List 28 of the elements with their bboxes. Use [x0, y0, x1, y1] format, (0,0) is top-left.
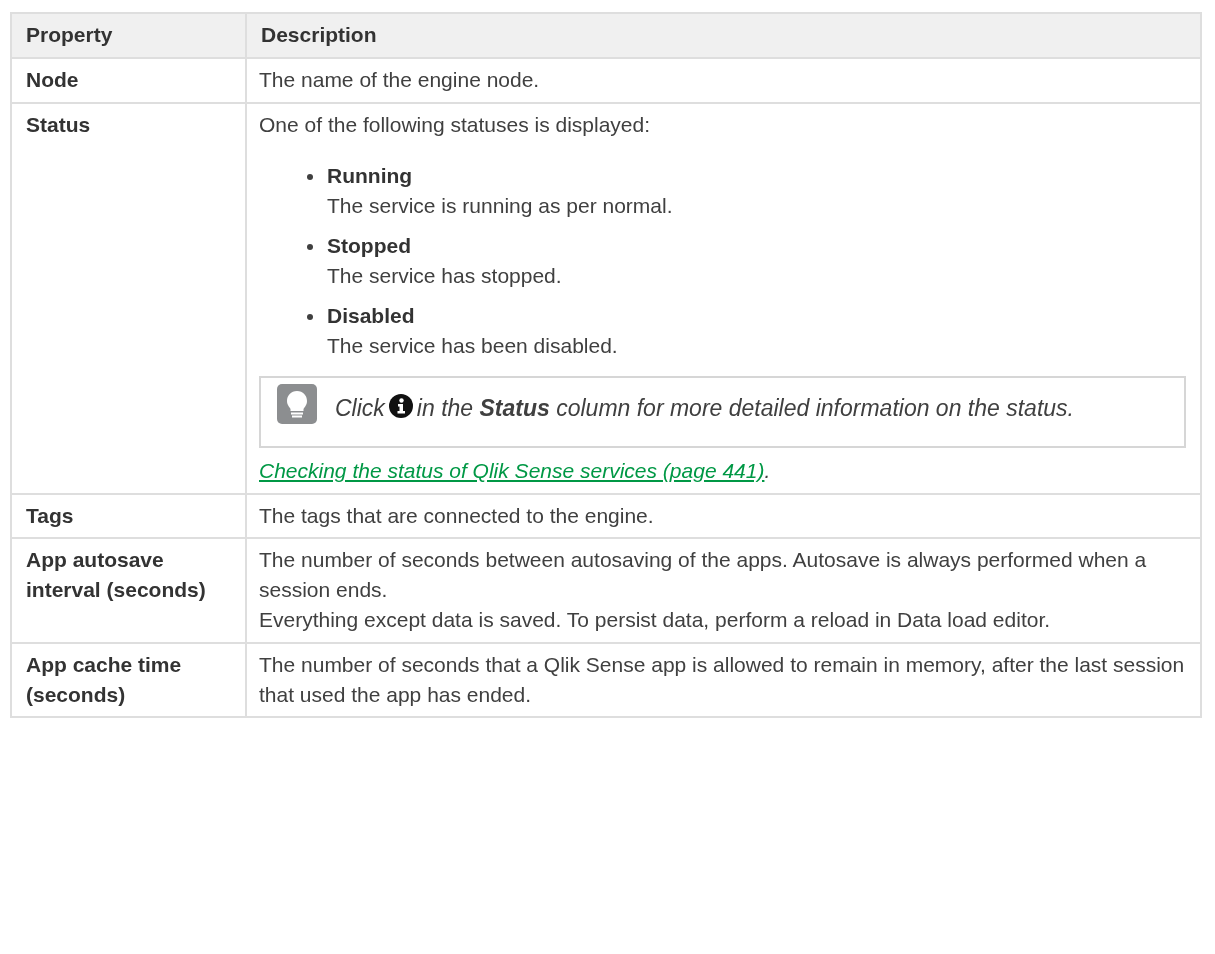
tip-text: in the Status column for more detailed information on the status. [416, 395, 1074, 422]
description-text: The name of the engine node. [259, 66, 541, 93]
lightbulb-icon [277, 384, 317, 425]
status-description: The service has been disabled. [327, 332, 618, 359]
property-name: Status [26, 112, 91, 136]
property-name: Tags [26, 503, 74, 527]
bullet-icon [307, 313, 313, 320]
status-term: Stopped [327, 233, 412, 260]
description-text: The tags that are connected to the engine. [259, 502, 655, 529]
column-header: Property [11, 13, 246, 58]
period-text: . [764, 458, 771, 482]
status-description: The service is running as per normal. [327, 193, 673, 220]
bullet-icon [307, 244, 313, 251]
description-text: The number of seconds between autosaving of the apps. Autosave is always performed when a session ends. [259, 547, 1148, 604]
column-header: Description [246, 13, 1201, 58]
tip-text: Click [335, 395, 385, 422]
info-icon [388, 394, 413, 419]
status-term: Disabled [327, 302, 416, 329]
link[interactable]: Checking the status of Qlik Sense services (page 441) [259, 458, 765, 482]
status-term: Running [327, 163, 414, 190]
description-text: Everything except data is saved. To persist data, perform a reload in Data load editor. [259, 606, 1052, 633]
status-description: The service has stopped. [327, 262, 562, 289]
bullet-icon [307, 174, 313, 181]
property-name: App cache time (seconds) [26, 652, 182, 706]
property-name: App autosave interval (seconds) [26, 548, 206, 602]
property-name: Node [26, 67, 79, 91]
description-text: The number of seconds that a Qlik Sense app is allowed to remain in memory, after the last session that used the app has ended. [259, 651, 1186, 708]
description-text: One of the following statuses is displayed: [259, 111, 652, 138]
